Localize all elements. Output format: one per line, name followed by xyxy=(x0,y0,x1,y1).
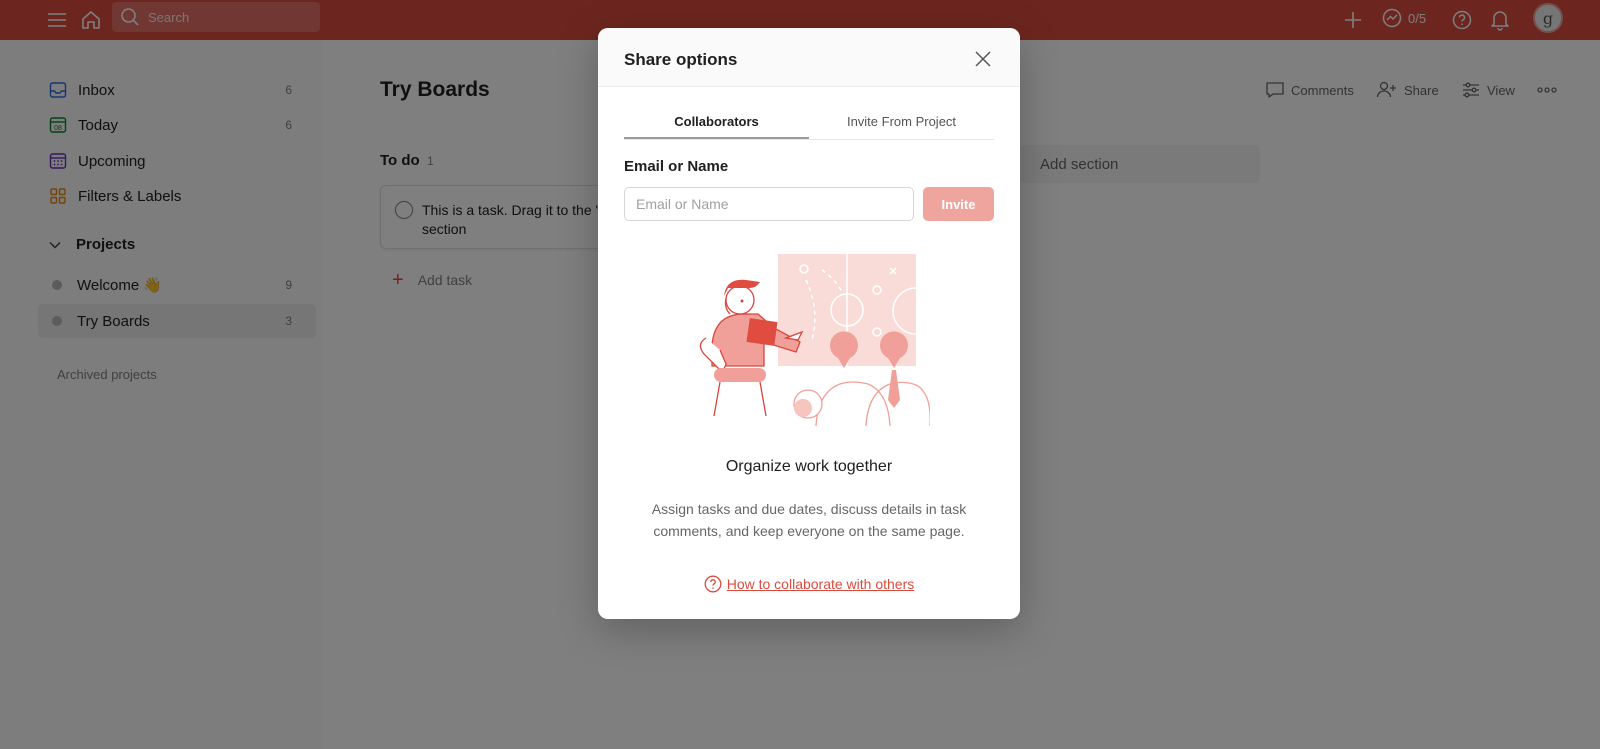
tab-collaborators[interactable]: Collaborators xyxy=(624,111,809,139)
empty-state-title: Organize work together xyxy=(725,458,893,475)
close-icon[interactable] xyxy=(970,46,996,72)
share-tabs: Collaborators Invite From Project xyxy=(624,111,994,140)
share-options-dialog: Share options Collaborators Invite From … xyxy=(598,28,1020,619)
email-field[interactable] xyxy=(624,187,914,221)
invite-button[interactable]: Invite xyxy=(923,187,994,221)
tab-invite-from-project[interactable]: Invite From Project xyxy=(809,111,994,139)
help-circle-icon xyxy=(704,575,722,593)
collaboration-illustration xyxy=(690,250,931,431)
email-field-label: Email or Name xyxy=(624,158,729,175)
empty-state-description: Assign tasks and due dates, discuss deta… xyxy=(651,501,967,539)
help-link-row: How to collaborate with others xyxy=(598,575,1020,593)
dialog-title: Share options xyxy=(624,50,738,69)
dialog-header: Share options xyxy=(598,28,1020,87)
collaborate-help-link[interactable]: How to collaborate with others xyxy=(727,576,915,592)
